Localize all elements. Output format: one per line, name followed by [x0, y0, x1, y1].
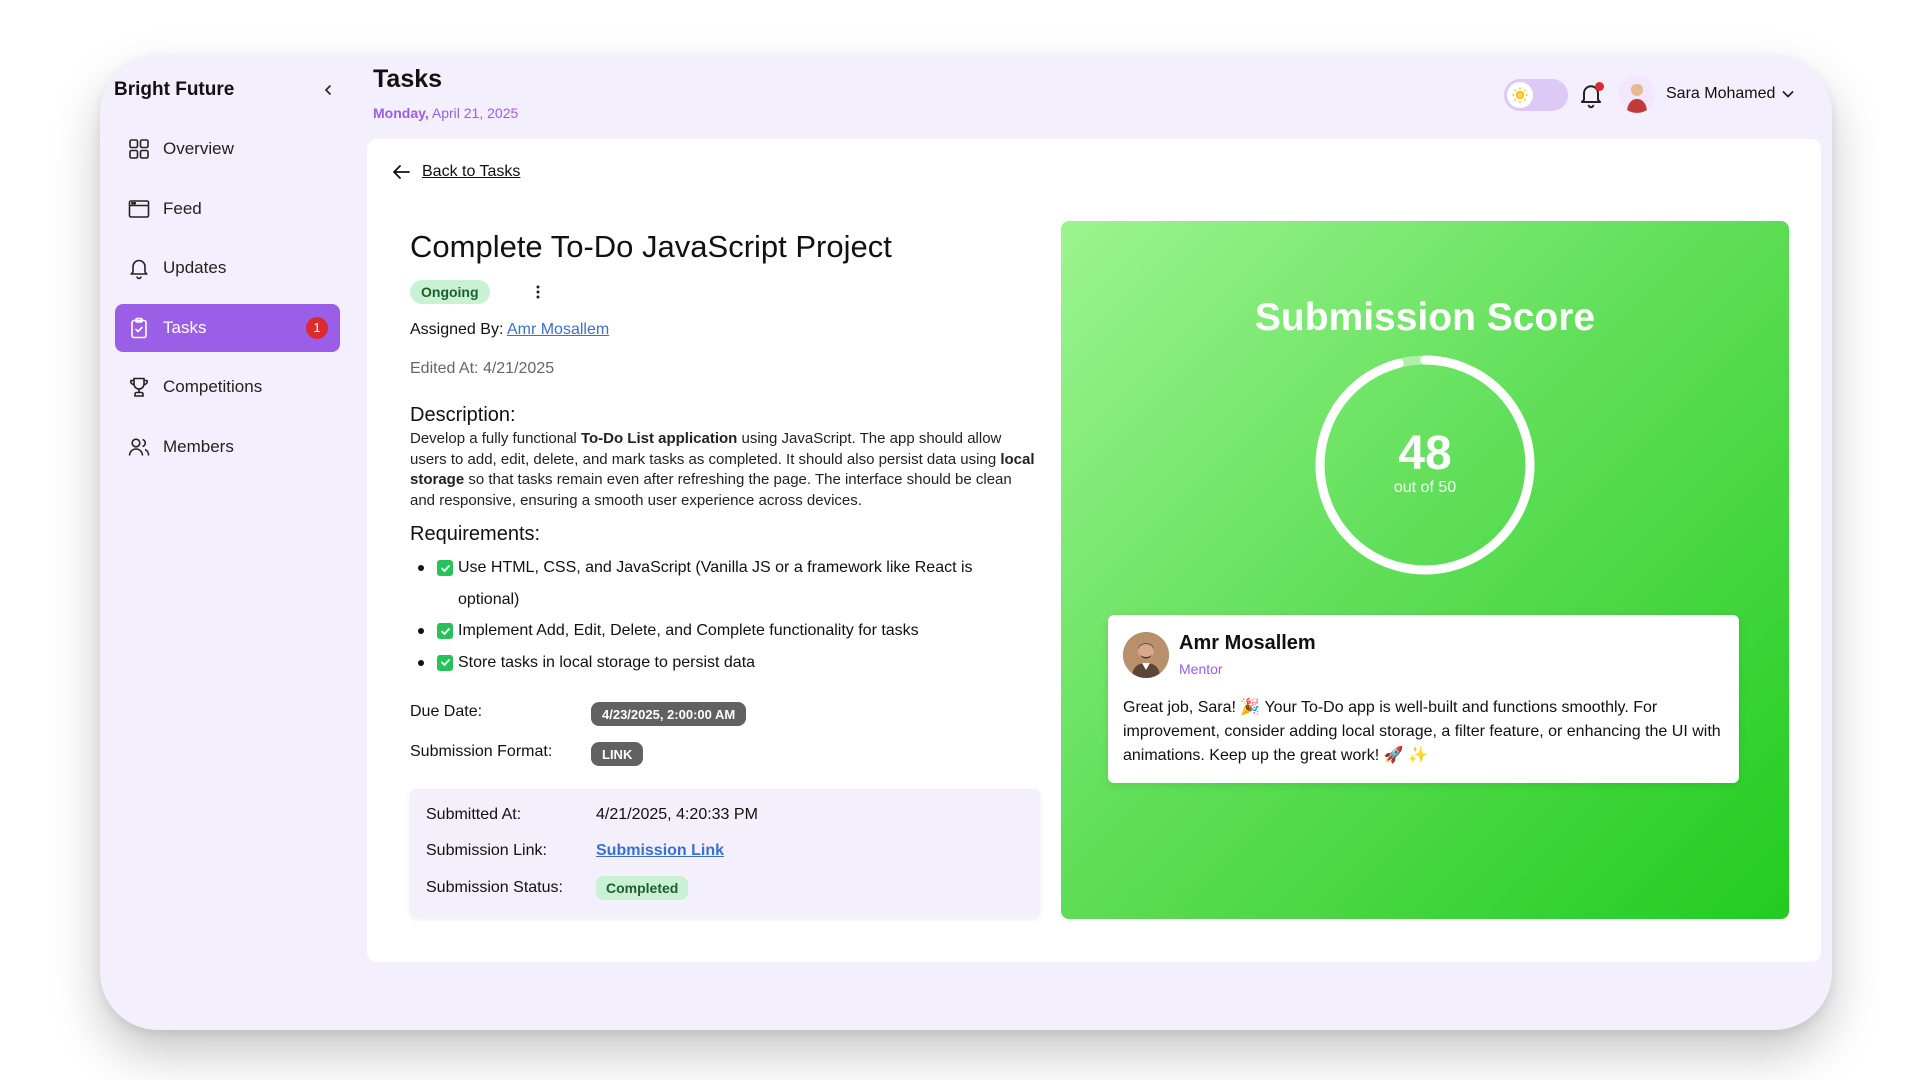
- mentor-role: Mentor: [1179, 661, 1223, 677]
- submission-link-label: Submission Link:: [426, 842, 547, 859]
- sidebar-item-tasks[interactable]: Tasks 1: [115, 303, 340, 352]
- checkbox-checked-icon: [437, 654, 453, 671]
- users-icon: [128, 437, 150, 456]
- assigned-by-link[interactable]: Amr Mosallem: [507, 321, 609, 338]
- more-vertical-icon: [536, 285, 540, 299]
- back-to-tasks-link[interactable]: Back to Tasks: [392, 163, 520, 181]
- page-title: Tasks: [373, 65, 443, 93]
- date-weekday: Monday,: [373, 105, 429, 121]
- submitted-at-value: 4/21/2025, 4:20:33 PM: [596, 806, 758, 823]
- checkbox-checked-icon: [437, 560, 453, 576]
- bullet: [418, 659, 424, 666]
- tasks-count-badge: 1: [306, 316, 328, 339]
- theme-toggle[interactable]: [1504, 79, 1568, 111]
- checkbox-checked-icon: [437, 623, 453, 639]
- task-title: Complete To-Do JavaScript Project: [410, 229, 892, 264]
- sidebar-item-label: Updates: [163, 258, 227, 277]
- notifications-button[interactable]: [1577, 81, 1605, 109]
- more-options-button[interactable]: [529, 280, 547, 304]
- requirement-text: Store tasks in local storage to persist …: [458, 653, 756, 671]
- score-title: Submission Score: [1254, 296, 1596, 339]
- description-part: Develop a fully functional: [410, 430, 581, 447]
- submission-status-badge: Completed: [596, 876, 689, 900]
- collapse-sidebar-button[interactable]: [315, 77, 341, 103]
- sidebar-item-overview[interactable]: Overview: [115, 125, 340, 173]
- due-date-label: Due Date:: [410, 703, 483, 720]
- sidebar: Bright Future Overview Feed Updates Task…: [100, 55, 365, 1030]
- requirements-list: Use HTML, CSS, and JavaScript (Vanilla J…: [410, 552, 1030, 678]
- submission-score-card: Submission Score 48 out of 50 Amr Mosall…: [1061, 221, 1789, 919]
- sidebar-item-label: Competitions: [163, 377, 263, 396]
- sidebar-item-feed[interactable]: Feed: [115, 185, 340, 233]
- sidebar-nav: Overview Feed Updates Tasks 1 Competitio…: [115, 125, 340, 482]
- avatar: [1123, 632, 1169, 678]
- description-heading: Description:: [410, 404, 516, 426]
- chevron-left-icon: [324, 85, 331, 95]
- avatar: [1618, 75, 1656, 113]
- notification-dot: [1595, 82, 1604, 91]
- submission-format-label: Submission Format:: [410, 743, 553, 760]
- submitted-at-label: Submitted At:: [426, 806, 522, 823]
- sidebar-item-label: Feed: [163, 198, 202, 218]
- description-part: so that tasks remain even after refreshi…: [410, 471, 1012, 509]
- back-link-label: Back to Tasks: [422, 163, 521, 180]
- submission-details: Submitted At: 4/21/2025, 4:20:33 PM Subm…: [410, 789, 1040, 917]
- grid-icon: [129, 139, 149, 159]
- trophy-icon: [130, 377, 148, 397]
- status-badge: Ongoing: [410, 280, 490, 304]
- submission-status-label: Submission Status:: [426, 879, 563, 896]
- brand-name: Bright Future: [114, 79, 235, 100]
- user-menu[interactable]: Sara Mohamed: [1618, 73, 1795, 115]
- list-item: Use HTML, CSS, and JavaScript (Vanilla J…: [410, 552, 1010, 615]
- sidebar-item-label: Members: [163, 436, 234, 456]
- due-date-badge: 4/23/2025, 2:00:00 AM: [591, 702, 747, 726]
- bullet: [418, 628, 424, 634]
- task-detail-panel: Back to Tasks Complete To-Do JavaScript …: [367, 139, 1821, 962]
- description-text: Develop a fully functional To-Do List ap…: [410, 429, 1040, 511]
- description-emphasis: To-Do List application: [580, 430, 738, 447]
- user-name: Sara Mohamed: [1666, 85, 1776, 102]
- sidebar-item-label: Tasks: [163, 317, 207, 337]
- bell-icon: [130, 259, 148, 280]
- page-date: Monday, April 21, 2025: [373, 105, 518, 121]
- clipboard-check-icon: [131, 317, 147, 338]
- date-text: April 21, 2025: [428, 105, 519, 121]
- edited-at: Edited At: 4/21/2025: [410, 360, 555, 377]
- sidebar-item-competitions[interactable]: Competitions: [115, 363, 340, 411]
- requirements-heading: Requirements:: [410, 523, 541, 545]
- assigned-by: Assigned By: Amr Mosallem: [410, 321, 609, 339]
- arrow-left-icon: [393, 165, 410, 179]
- sidebar-item-label: Overview: [163, 139, 234, 158]
- requirement-text: Use HTML, CSS, and JavaScript (Vanilla J…: [458, 559, 973, 608]
- sidebar-item-updates[interactable]: Updates: [115, 244, 340, 292]
- sun-icon: [1507, 82, 1533, 108]
- submission-format-badge: LINK: [591, 742, 644, 766]
- chevron-down-icon: [1782, 91, 1794, 98]
- bullet: [418, 565, 424, 571]
- mentor-name: Amr Mosallem: [1179, 632, 1316, 654]
- score-value: 48: [1398, 427, 1452, 480]
- list-item: Store tasks in local storage to persist …: [410, 647, 1030, 679]
- browser-window-icon: [128, 199, 150, 218]
- requirement-text: Implement Add, Edit, Delete, and Complet…: [458, 622, 919, 639]
- assigned-label: Assigned By:: [410, 321, 507, 338]
- feedback-text: Great job, Sara! 🎉 Your To-Do app is wel…: [1123, 699, 1721, 764]
- list-item: Implement Add, Edit, Delete, and Complet…: [410, 615, 1030, 647]
- score-out-of: out of 50: [1393, 479, 1457, 496]
- sidebar-item-members[interactable]: Members: [115, 423, 340, 471]
- mentor-feedback-card: Amr Mosallem Mentor Great job, Sara! 🎉 Y…: [1108, 615, 1739, 783]
- app-window: Bright Future Overview Feed Updates Task…: [100, 55, 1832, 1030]
- submission-link[interactable]: Submission Link: [596, 842, 724, 859]
